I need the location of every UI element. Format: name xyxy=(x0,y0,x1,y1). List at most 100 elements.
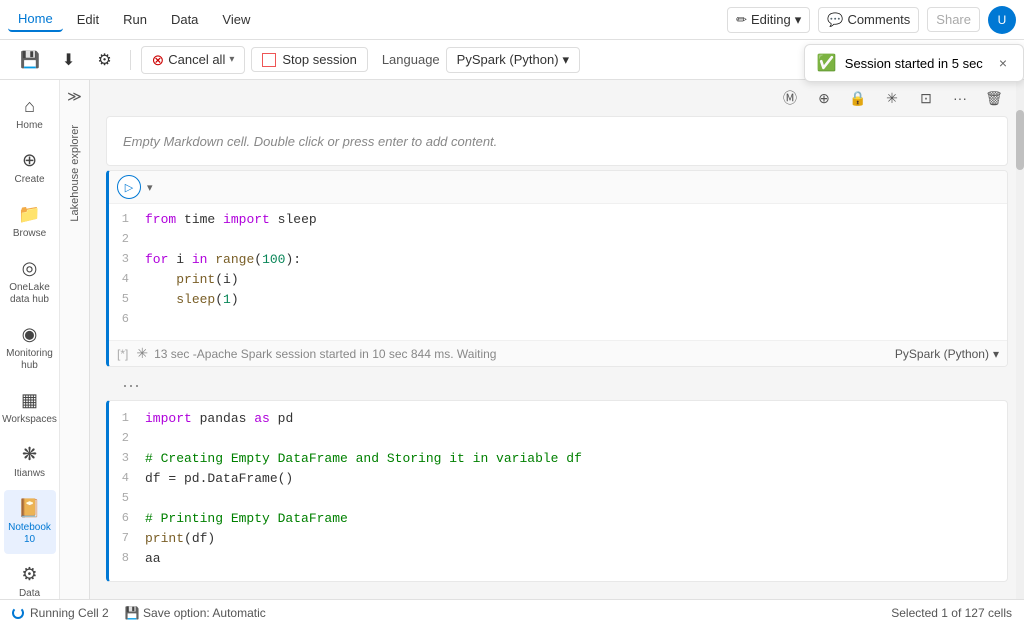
code-line: 4 df = pd.DataFrame() xyxy=(109,471,1007,491)
cell-toolbar-top: Ⓜ ⊕ 🔒 ✳ ⊡ ··· 🗑 xyxy=(106,80,1008,116)
more-btn[interactable]: ··· xyxy=(946,84,974,112)
lang-value: PySpark (Python) xyxy=(457,52,559,67)
toast-message: Session started in 5 sec xyxy=(845,56,983,71)
download-icon: ⬇ xyxy=(62,50,75,70)
sidebar-item-itianws[interactable]: ❋ Itianws xyxy=(4,436,56,488)
language-label: Language xyxy=(382,52,440,67)
cancel-chevron-icon: ▾ xyxy=(229,54,234,65)
comment-icon: 💬 xyxy=(827,12,843,28)
gear-icon: ⚙ xyxy=(97,50,111,70)
stop-label: Stop session xyxy=(282,52,356,67)
avatar[interactable]: U xyxy=(988,6,1016,34)
sidebar-item-browse[interactable]: 📁 Browse xyxy=(4,196,56,248)
workspaces-icon: ▦ xyxy=(21,390,38,411)
data-engineering-icon: ⚙ xyxy=(21,564,37,585)
itianws-icon: ❋ xyxy=(22,444,37,465)
cell2-code[interactable]: 1 import pandas as pd 2 3 # Creating Emp… xyxy=(109,401,1007,581)
collapsed-indicator: ··· xyxy=(106,371,1008,400)
code-line: 3 for i in range(100): xyxy=(109,252,1007,272)
sidebar-item-workspaces[interactable]: ▦ Workspaces xyxy=(4,382,56,434)
code-line: 1 import pandas as pd xyxy=(109,411,1007,431)
scrollbar-thumb xyxy=(1016,110,1024,170)
add-cell-btn[interactable]: ⊕ xyxy=(810,84,838,112)
cancel-all-button[interactable]: ⊗ Cancel all ▾ xyxy=(141,46,246,74)
settings-button[interactable]: ⚙ xyxy=(89,46,119,74)
code-line: 3 # Creating Empty DataFrame and Storing… xyxy=(109,451,1007,471)
cell1-id: [*] xyxy=(117,347,128,361)
session-toast: ✅ Session started in 5 sec × xyxy=(804,44,1024,82)
stop-icon xyxy=(262,53,276,67)
download-button[interactable]: ⬇ xyxy=(54,46,83,74)
menu-tab-view[interactable]: View xyxy=(212,8,260,31)
editing-label: Editing xyxy=(751,12,791,27)
save-button[interactable]: 💾 xyxy=(12,46,48,74)
cell1-lang-label: PySpark (Python) xyxy=(895,347,989,361)
markdown-hint: Empty Markdown cell. Double click or pre… xyxy=(123,134,497,149)
save-icon: 💾 xyxy=(125,606,140,620)
sidebar-item-home[interactable]: ⌂ Home xyxy=(4,88,56,140)
cell1-status: ✳ 13 sec -Apache Spark session started i… xyxy=(136,345,496,362)
cell1-lang-selector[interactable]: PySpark (Python) ▾ xyxy=(895,347,999,361)
explorer-expand-button[interactable]: ≫ xyxy=(63,80,86,113)
onelake-icon: ◎ xyxy=(22,258,38,279)
comments-label: Comments xyxy=(847,12,910,27)
lang-chevron-icon: ▾ xyxy=(563,52,570,68)
notebook-content[interactable]: Ⓜ ⊕ 🔒 ✳ ⊡ ··· 🗑 Empty Markdown cell. Dou… xyxy=(90,80,1024,599)
cell1-lang-chevron-icon: ▾ xyxy=(993,347,999,361)
code-line: 4 print(i) xyxy=(109,272,1007,292)
ai-btn[interactable]: ✳ xyxy=(878,84,906,112)
cell1-footer: [*] ✳ 13 sec -Apache Spark session start… xyxy=(109,340,1007,366)
split-btn[interactable]: ⊡ xyxy=(912,84,940,112)
lock-btn[interactable]: 🔒 xyxy=(844,84,872,112)
main-layout: ⌂ Home ⊕ Create 📁 Browse ◎ OneLake data … xyxy=(0,80,1024,599)
avatar-initials: U xyxy=(998,13,1007,27)
toast-close-button[interactable]: × xyxy=(999,55,1007,71)
editing-button[interactable]: ✏ Editing ▾ xyxy=(727,7,810,33)
code-line: 8 aa xyxy=(109,551,1007,571)
cancel-label: Cancel all xyxy=(168,52,225,67)
save-status: 💾 Save option: Automatic xyxy=(125,606,266,620)
scrollbar[interactable] xyxy=(1016,80,1024,599)
sidebar-item-create[interactable]: ⊕ Create xyxy=(4,142,56,194)
stop-session-button[interactable]: Stop session xyxy=(251,47,367,72)
cell1-code[interactable]: 1 from time import sleep 2 3 for i in ra… xyxy=(109,204,1007,340)
sidebar-item-notebook[interactable]: 📔 Notebook 10 xyxy=(4,490,56,554)
spinner-icon xyxy=(12,607,24,619)
cell1-status-text: 13 sec -Apache Spark session started in … xyxy=(154,347,496,361)
menu-tab-data[interactable]: Data xyxy=(161,8,208,31)
sidebar-item-monitoring[interactable]: ◉ Monitoring hub xyxy=(4,316,56,380)
code-line: 1 from time import sleep xyxy=(109,212,1007,232)
explorer-panel: ≫ Lakehouse explorer xyxy=(60,80,90,599)
delete-btn[interactable]: 🗑 xyxy=(980,84,1008,112)
divider1 xyxy=(130,50,131,70)
create-icon: ⊕ xyxy=(22,150,37,171)
markdown-icon-btn[interactable]: Ⓜ xyxy=(776,84,804,112)
menu-tab-run[interactable]: Run xyxy=(113,8,157,31)
code-cell-2: 1 import pandas as pd 2 3 # Creating Emp… xyxy=(106,400,1008,582)
explorer-label: Lakehouse explorer xyxy=(65,113,85,234)
success-icon: ✅ xyxy=(817,53,837,73)
language-selector[interactable]: PySpark (Python) ▾ xyxy=(446,47,580,73)
run-cell1-button[interactable]: ▷ xyxy=(117,175,141,199)
save-icon: 💾 xyxy=(20,50,40,70)
markdown-cell[interactable]: Empty Markdown cell. Double click or pre… xyxy=(106,116,1008,166)
cell1-header: ▷ ▾ xyxy=(109,171,1007,204)
code-cell-1: ▷ ▾ 1 from time import sleep 2 3 for i i… xyxy=(106,170,1008,367)
toolbar: 💾 ⬇ ⚙ ⊗ Cancel all ▾ Stop session Langua… xyxy=(0,40,1024,80)
menu-tab-home[interactable]: Home xyxy=(8,7,63,32)
code-line: 2 xyxy=(109,431,1007,451)
menu-bar: Home Edit Run Data View ✏ Editing ▾ 💬 Co… xyxy=(0,0,1024,40)
sidebar: ⌂ Home ⊕ Create 📁 Browse ◎ OneLake data … xyxy=(0,80,60,599)
selection-label: Selected 1 of 127 cells xyxy=(891,606,1012,620)
sidebar-item-onelake[interactable]: ◎ OneLake data hub xyxy=(4,250,56,314)
share-button[interactable]: Share xyxy=(927,7,980,32)
comments-button[interactable]: 💬 Comments xyxy=(818,7,919,33)
running-label: Running Cell 2 xyxy=(30,606,109,620)
chevron-down-icon: ▾ xyxy=(795,12,802,28)
cell1-chevron[interactable]: ▾ xyxy=(147,181,153,194)
share-label: Share xyxy=(936,12,971,27)
code-line: 6 # Printing Empty DataFrame xyxy=(109,511,1007,531)
code-line: 2 xyxy=(109,232,1007,252)
sidebar-item-data-engineering[interactable]: ⚙ Data Engineering xyxy=(4,556,56,599)
menu-tab-edit[interactable]: Edit xyxy=(67,8,109,31)
